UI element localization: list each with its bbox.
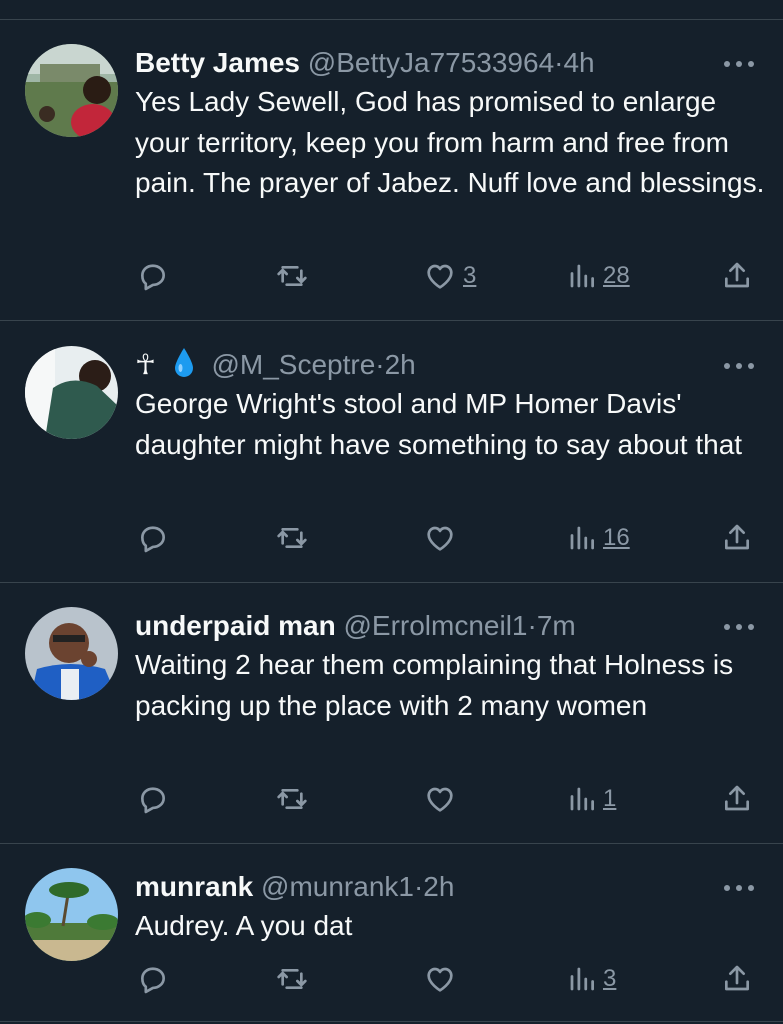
retweet-icon — [277, 528, 307, 548]
share-button[interactable] — [721, 260, 753, 292]
avatar[interactable] — [25, 346, 118, 439]
tweet-divider — [0, 582, 783, 583]
tweet-header: Betty James @BettyJa77533964·4h — [135, 44, 595, 82]
heart-icon — [427, 526, 453, 551]
retweet-icon — [277, 969, 307, 989]
more-icon[interactable] — [720, 617, 758, 637]
timestamp[interactable]: 4h — [563, 47, 594, 78]
retweet-button[interactable] — [275, 783, 309, 815]
like-count[interactable]: 3 — [463, 262, 476, 290]
views-icon — [570, 967, 594, 991]
tweet-divider — [0, 843, 783, 844]
share-icon — [725, 262, 749, 288]
views-icon — [570, 526, 594, 550]
tweet-text: Audrey. A you dat — [135, 910, 353, 941]
share-button[interactable] — [721, 963, 753, 995]
separator-dot: · — [375, 349, 385, 380]
timestamp[interactable]: 2h — [385, 349, 416, 380]
more-icon[interactable] — [720, 878, 758, 898]
reply-icon — [141, 967, 165, 994]
tweet-divider — [0, 320, 783, 321]
views-button[interactable]: 1 — [567, 783, 616, 815]
more-icon[interactable] — [720, 356, 758, 376]
timestamp[interactable]: 2h — [423, 871, 454, 902]
reply-button[interactable] — [137, 260, 169, 292]
top-divider — [0, 19, 783, 20]
timestamp[interactable]: 7m — [537, 610, 576, 641]
tweet-header: underpaid man @Errolmcneil1·7m — [135, 607, 576, 645]
views-icon — [570, 787, 594, 811]
reply-icon — [141, 264, 165, 291]
views-button[interactable]: 28 — [567, 260, 630, 292]
view-count[interactable]: 28 — [603, 262, 630, 290]
like-button[interactable] — [423, 522, 457, 554]
tweet-text: Waiting 2 hear them complaining that Hol… — [135, 649, 734, 721]
view-count[interactable]: 1 — [603, 785, 616, 813]
tweet-text: George Wright's stool and MP Homer Davis… — [135, 388, 743, 460]
like-button[interactable]: 3 — [423, 260, 476, 292]
reply-button[interactable] — [137, 783, 169, 815]
views-button[interactable]: 3 — [567, 963, 616, 995]
separator-dot: · — [527, 610, 537, 641]
heart-icon — [427, 787, 453, 812]
user-handle[interactable]: @M_Sceptre — [211, 349, 375, 380]
like-button[interactable] — [423, 783, 457, 815]
user-handle[interactable]: @BettyJa77533964 — [308, 47, 554, 78]
views-button[interactable]: 16 — [567, 522, 630, 554]
retweet-button[interactable] — [275, 522, 309, 554]
tweet-divider — [0, 1021, 783, 1022]
tweet-text: Yes Lady Sewell, God has promised to enl… — [135, 86, 765, 198]
reply-button[interactable] — [137, 522, 169, 554]
tweet-header: ☥ @M_Sceptre·2h — [135, 346, 416, 384]
view-count[interactable]: 3 — [603, 965, 616, 993]
tweet-header: munrank @munrank1·2h — [135, 868, 454, 906]
share-icon — [725, 524, 749, 550]
user-handle[interactable]: @Errolmcneil1 — [343, 610, 527, 641]
separator-dot: · — [413, 871, 424, 902]
share-button[interactable] — [721, 783, 753, 815]
share-icon — [725, 965, 749, 991]
like-button[interactable] — [423, 963, 457, 995]
user-handle[interactable]: @munrank1 — [261, 871, 414, 902]
reply-button[interactable] — [137, 963, 169, 995]
display-name[interactable]: munrank — [135, 871, 253, 902]
share-icon — [725, 785, 749, 811]
heart-icon — [427, 967, 453, 992]
avatar[interactable] — [25, 868, 118, 961]
view-count[interactable]: 16 — [603, 524, 630, 552]
display-name[interactable]: Betty James — [135, 47, 300, 78]
reply-icon — [141, 526, 165, 553]
share-button[interactable] — [721, 522, 753, 554]
display-name[interactable]: underpaid man — [135, 610, 336, 641]
avatar[interactable] — [25, 607, 118, 700]
views-icon — [570, 264, 594, 288]
retweet-button[interactable] — [275, 963, 309, 995]
more-icon[interactable] — [720, 54, 758, 74]
retweet-icon — [277, 266, 307, 286]
retweet-button[interactable] — [275, 260, 309, 292]
retweet-icon — [277, 789, 307, 809]
droplet-icon — [174, 348, 193, 377]
avatar[interactable] — [25, 44, 118, 137]
reply-icon — [141, 787, 165, 814]
heart-icon — [427, 264, 453, 289]
ankh-glyph: ☥ — [135, 349, 156, 380]
